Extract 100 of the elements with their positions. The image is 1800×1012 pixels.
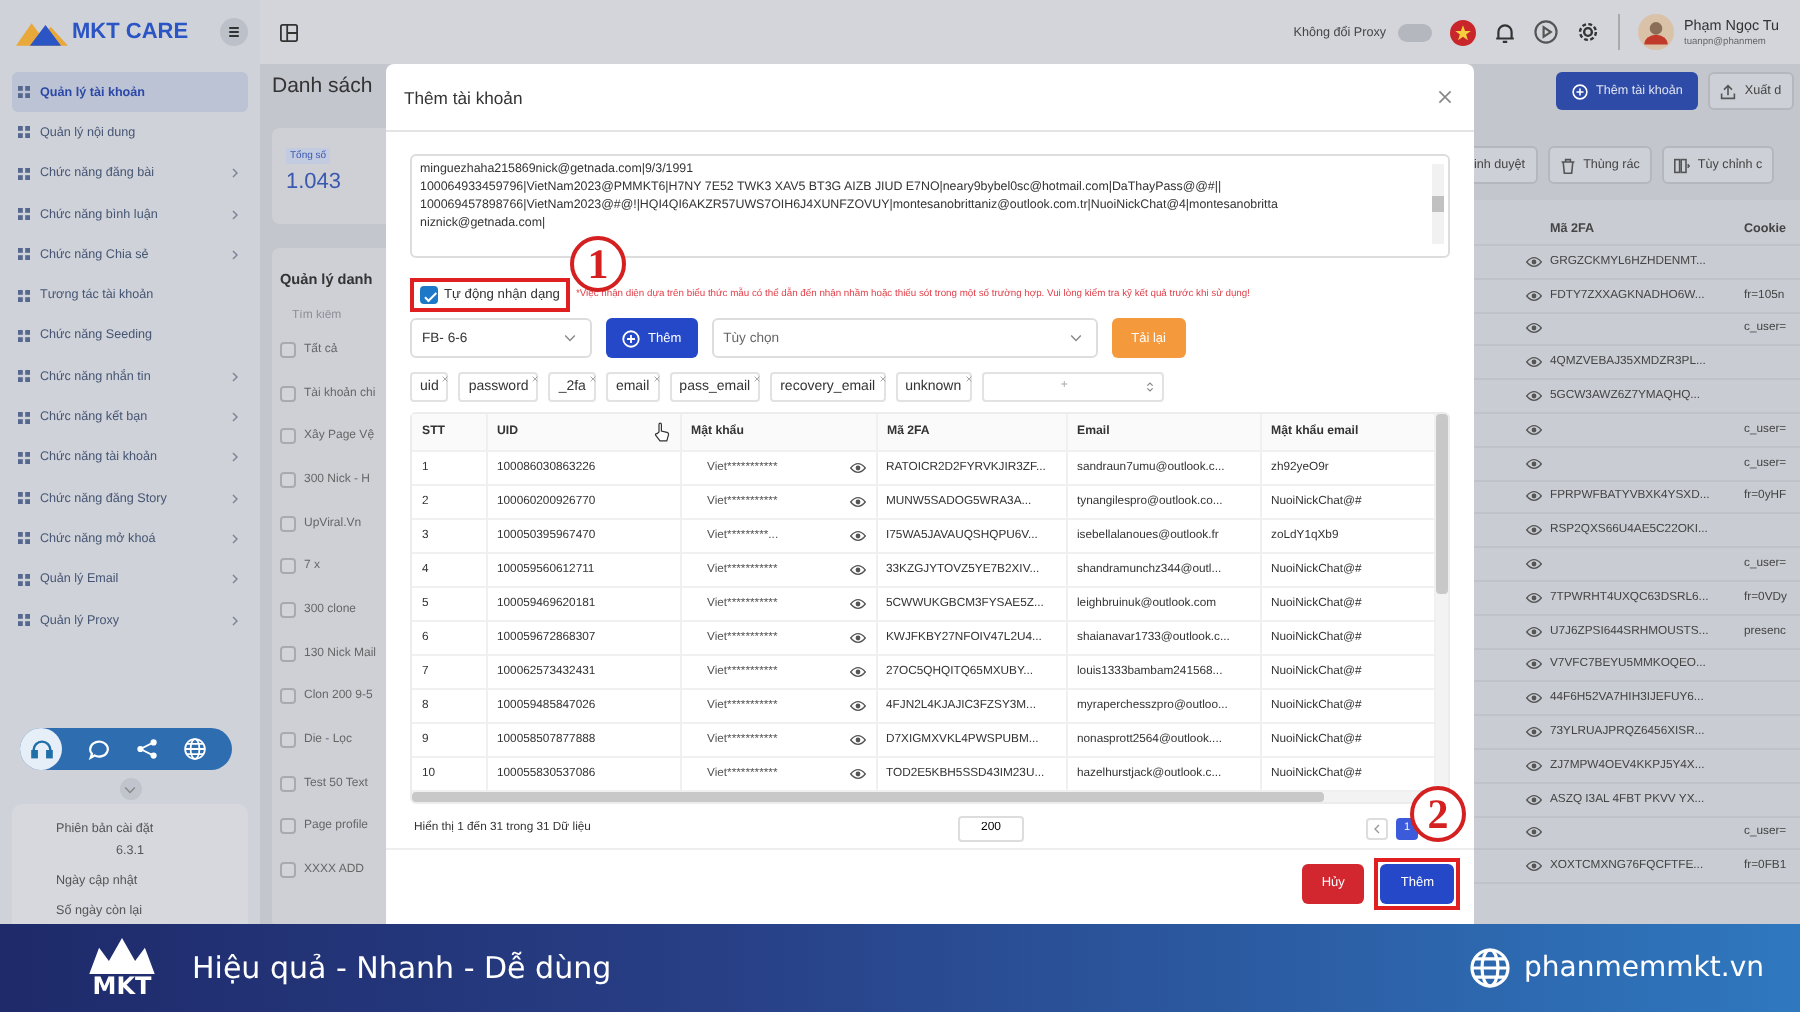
headset-icon[interactable] xyxy=(29,737,53,761)
chevron-down-icon xyxy=(564,332,576,344)
chevron-down-icon xyxy=(1069,332,1082,344)
grid-icon xyxy=(18,86,30,99)
chevron-left-icon xyxy=(1372,823,1382,833)
eye-icon[interactable] xyxy=(1526,390,1542,403)
checkbox[interactable] xyxy=(280,558,296,575)
hand-cursor-icon xyxy=(653,422,669,442)
person-silhouette-icon xyxy=(1638,14,1674,50)
grid-icon xyxy=(18,370,30,383)
proxy-toggle[interactable] xyxy=(1398,23,1432,41)
scrollbar[interactable] xyxy=(1432,164,1444,244)
trash-icon xyxy=(1559,157,1576,173)
dialog-title: Thêm tài khoản xyxy=(404,87,525,107)
app-logo: MKT CARE xyxy=(72,20,191,44)
website-link[interactable]: phanmemmkt.vn xyxy=(1524,952,1764,984)
play-circle-icon[interactable] xyxy=(1534,20,1558,44)
eye-icon[interactable] xyxy=(849,461,865,473)
checkbox[interactable] xyxy=(280,818,296,835)
settings-icon[interactable] xyxy=(1576,20,1600,44)
eye-icon[interactable] xyxy=(1526,423,1542,436)
eye-icon[interactable] xyxy=(1526,289,1542,302)
globe-icon[interactable] xyxy=(184,738,206,760)
close-icon[interactable] xyxy=(653,375,660,381)
checkbox[interactable] xyxy=(280,341,296,358)
share-icon[interactable] xyxy=(136,738,158,760)
eye-icon[interactable] xyxy=(1526,524,1542,537)
menu-icon xyxy=(226,24,242,40)
up-down-arrows-icon xyxy=(1145,379,1154,393)
eye-icon[interactable] xyxy=(849,631,865,643)
crown-logo-icon xyxy=(88,937,156,973)
eye-icon[interactable] xyxy=(1526,255,1542,268)
plus-circle-icon xyxy=(1572,83,1588,99)
close-icon xyxy=(1438,90,1452,104)
eye-icon[interactable] xyxy=(1526,457,1542,470)
grid-icon xyxy=(18,126,30,139)
eye-icon[interactable] xyxy=(849,699,865,711)
chat-icon[interactable] xyxy=(88,738,110,760)
checkbox[interactable] xyxy=(280,471,296,488)
eye-icon[interactable] xyxy=(1526,793,1542,806)
mountain-logo-icon xyxy=(16,18,68,46)
checkbox[interactable] xyxy=(280,732,296,749)
eye-icon[interactable] xyxy=(1526,726,1542,739)
eye-icon[interactable] xyxy=(849,665,865,677)
eye-icon[interactable] xyxy=(1526,356,1542,369)
plus-circle-icon xyxy=(622,329,640,347)
bell-icon[interactable] xyxy=(1494,21,1516,43)
columns-icon xyxy=(1673,157,1690,173)
sidebar-toggle-icon[interactable] xyxy=(280,23,298,41)
menu-button[interactable] xyxy=(220,18,248,46)
checkbox[interactable] xyxy=(420,286,438,304)
grid-icon xyxy=(18,208,30,221)
eye-icon[interactable] xyxy=(849,733,865,745)
grid-icon xyxy=(18,492,30,505)
eye-icon[interactable] xyxy=(1526,591,1542,604)
close-icon[interactable] xyxy=(965,375,972,381)
eye-icon[interactable] xyxy=(1526,558,1542,571)
checkbox[interactable] xyxy=(280,428,296,445)
eye-icon[interactable] xyxy=(1526,625,1542,638)
eye-icon[interactable] xyxy=(849,495,865,507)
close-icon[interactable] xyxy=(532,375,539,381)
close-icon[interactable] xyxy=(879,375,886,381)
grid-icon xyxy=(18,573,30,586)
grid-icon xyxy=(18,451,30,464)
eye-icon[interactable] xyxy=(1526,692,1542,705)
eye-icon[interactable] xyxy=(1526,759,1542,772)
checkbox[interactable] xyxy=(280,645,296,662)
checkbox[interactable] xyxy=(280,862,296,879)
step-number: 1 xyxy=(569,236,626,292)
grid-icon xyxy=(18,167,30,180)
eye-icon[interactable] xyxy=(849,563,865,575)
eye-icon[interactable] xyxy=(1526,860,1542,873)
eye-icon[interactable] xyxy=(849,767,865,779)
stat-value: 1.043 xyxy=(286,170,344,194)
eye-icon[interactable] xyxy=(849,529,865,541)
eye-icon[interactable] xyxy=(849,597,865,609)
grid-icon xyxy=(18,248,30,261)
brand-logo: MKT xyxy=(92,973,152,999)
close-icon[interactable] xyxy=(589,375,596,381)
eye-icon[interactable] xyxy=(1526,826,1542,839)
checkbox[interactable] xyxy=(280,775,296,792)
close-icon[interactable] xyxy=(442,375,449,381)
checkbox[interactable] xyxy=(280,385,296,402)
upload-icon xyxy=(1720,83,1737,99)
page-title: Danh sách xyxy=(272,74,375,102)
close-button[interactable] xyxy=(1436,88,1454,106)
checkbox[interactable] xyxy=(280,515,296,532)
grid-icon xyxy=(18,614,30,626)
checkbox[interactable] xyxy=(280,601,296,618)
eye-icon[interactable] xyxy=(1526,490,1542,503)
checkbox[interactable] xyxy=(280,688,296,705)
chevron-down-icon xyxy=(124,783,136,795)
globe-icon xyxy=(1470,948,1511,988)
grid-icon xyxy=(18,532,30,545)
star-flag-icon[interactable] xyxy=(1450,19,1476,45)
eye-icon[interactable] xyxy=(1526,658,1542,671)
step-number: 2 xyxy=(1410,786,1466,842)
eye-icon[interactable] xyxy=(1526,322,1542,335)
slogan: Hiệu quả - Nhanh - Dễ dùng xyxy=(192,950,612,986)
close-icon[interactable] xyxy=(754,375,761,381)
